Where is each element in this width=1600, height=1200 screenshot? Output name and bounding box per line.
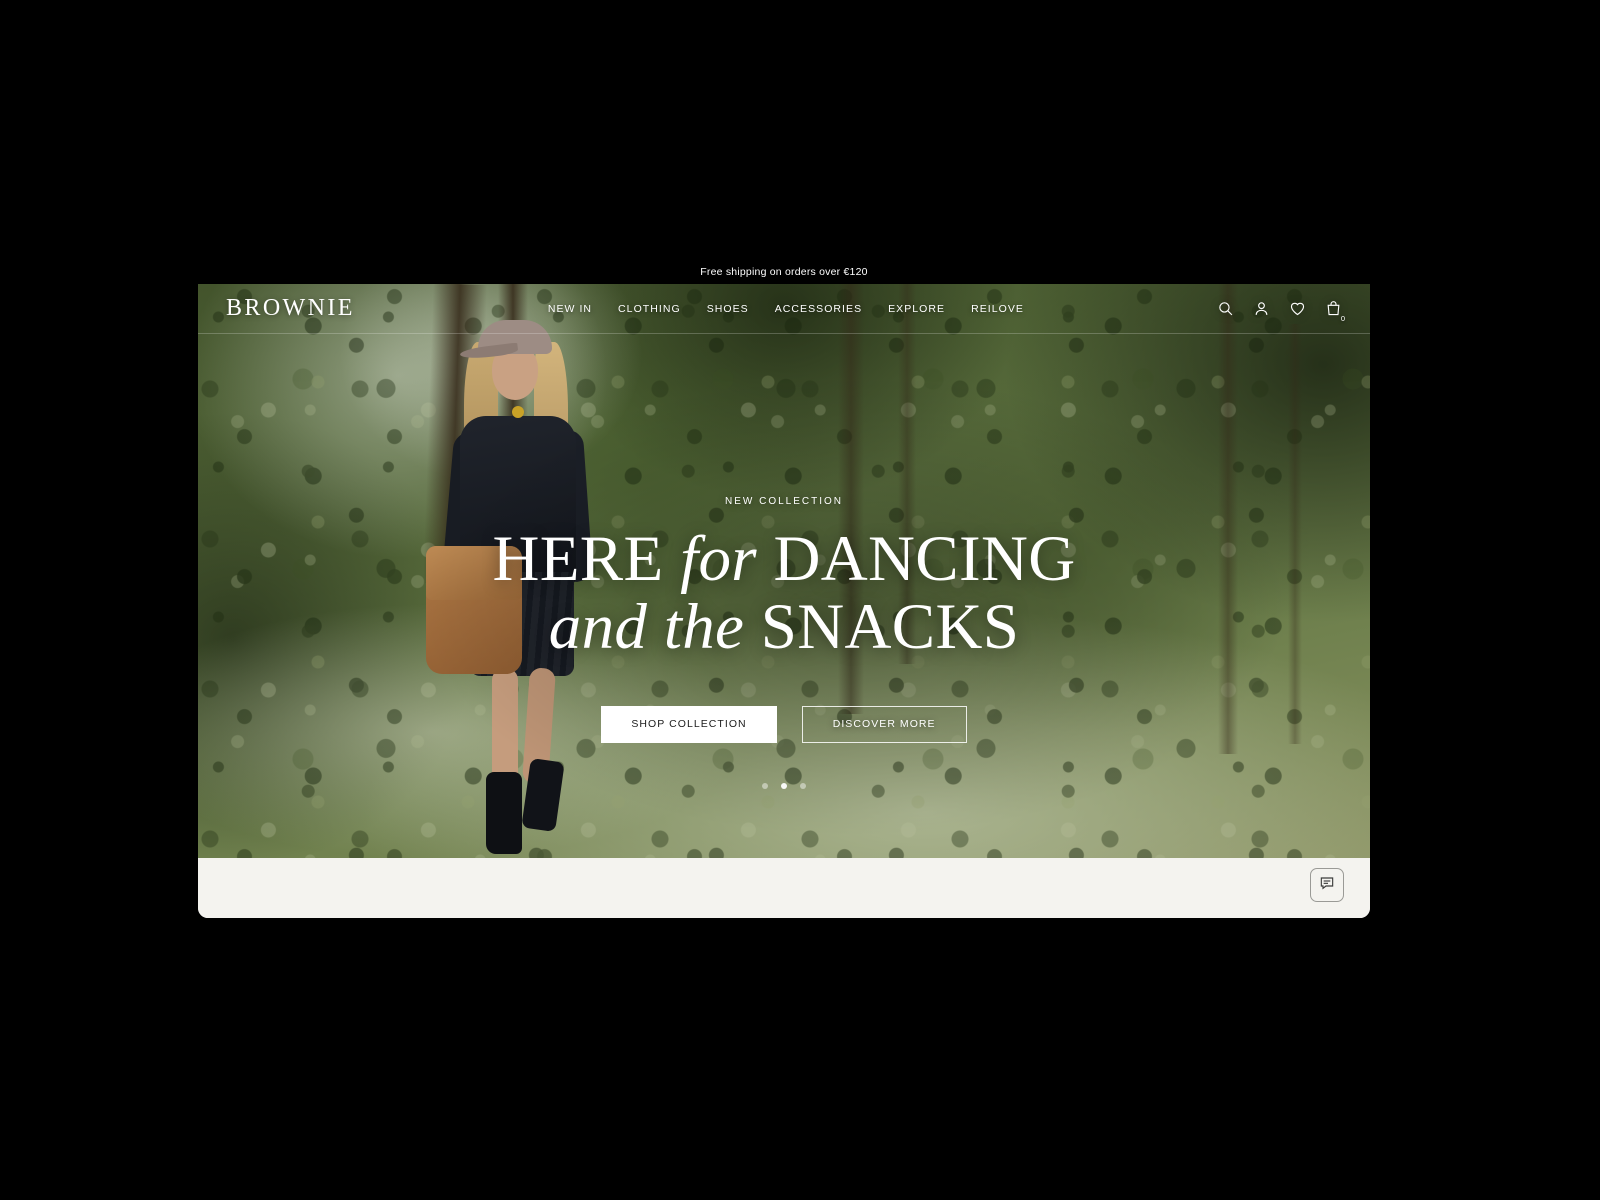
- search-icon[interactable]: [1217, 300, 1234, 317]
- nav-item-new-in[interactable]: NEW IN: [548, 303, 592, 315]
- hero-banner: BROWNIE NEW IN CLOTHING SHOES ACCESSORIE…: [198, 284, 1370, 858]
- nav-item-explore[interactable]: EXPLORE: [888, 303, 945, 315]
- announcement-text: Free shipping on orders over €120: [700, 266, 868, 278]
- chat-bubble-icon: [1319, 875, 1335, 896]
- user-icon[interactable]: [1253, 300, 1270, 317]
- nav-item-clothing[interactable]: CLOTHING: [618, 303, 681, 315]
- hero-headline-line-2: and the SNACKS: [198, 595, 1370, 660]
- hero-headline-line-1: HERE for DANCING: [198, 527, 1370, 592]
- discover-more-button[interactable]: DISCOVER MORE: [801, 705, 967, 743]
- hero-eyebrow: NEW COLLECTION: [724, 496, 843, 507]
- nav-item-reilove[interactable]: REILOVE: [971, 303, 1024, 315]
- brand-logo[interactable]: BROWNIE: [226, 295, 355, 322]
- site-viewport: Free shipping on orders over €120 BROWNI…: [198, 260, 1370, 918]
- carousel-dot-1[interactable]: [762, 782, 768, 789]
- headline-segment-italic: and the: [548, 591, 745, 664]
- nav-item-accessories[interactable]: ACCESSORIES: [775, 303, 862, 315]
- carousel-dot-3[interactable]: [800, 782, 806, 789]
- headline-segment: DANCING: [756, 523, 1076, 595]
- below-hero-section: [198, 858, 1370, 918]
- headline-segment-italic: for: [680, 523, 757, 595]
- hero-cta-row: SHOP COLLECTION DISCOVER MORE: [198, 705, 1370, 743]
- chat-widget-button[interactable]: [1310, 868, 1344, 902]
- shop-collection-button[interactable]: SHOP COLLECTION: [601, 705, 777, 743]
- cart-button[interactable]: 0: [1325, 300, 1345, 322]
- nav-item-shoes[interactable]: SHOES: [707, 303, 749, 315]
- headline-segment: HERE: [492, 523, 681, 595]
- carousel-dots: [198, 782, 1370, 789]
- headline-segment: SNACKS: [744, 591, 1020, 664]
- cart-count-badge: 0: [1340, 313, 1345, 323]
- announcement-bar: Free shipping on orders over €120: [198, 260, 1370, 284]
- carousel-dot-2[interactable]: [781, 782, 787, 789]
- heart-icon[interactable]: [1289, 300, 1306, 317]
- nav-actions: 0: [1217, 300, 1345, 322]
- nav-menu: NEW IN CLOTHING SHOES ACCESSORIES EXPLOR…: [548, 303, 1024, 315]
- cart-icon[interactable]: [1325, 300, 1342, 317]
- hero-content: NEW COLLECTION HERE for DANCING and the …: [198, 496, 1370, 789]
- main-navigation: BROWNIE NEW IN CLOTHING SHOES ACCESSORIE…: [198, 284, 1370, 334]
